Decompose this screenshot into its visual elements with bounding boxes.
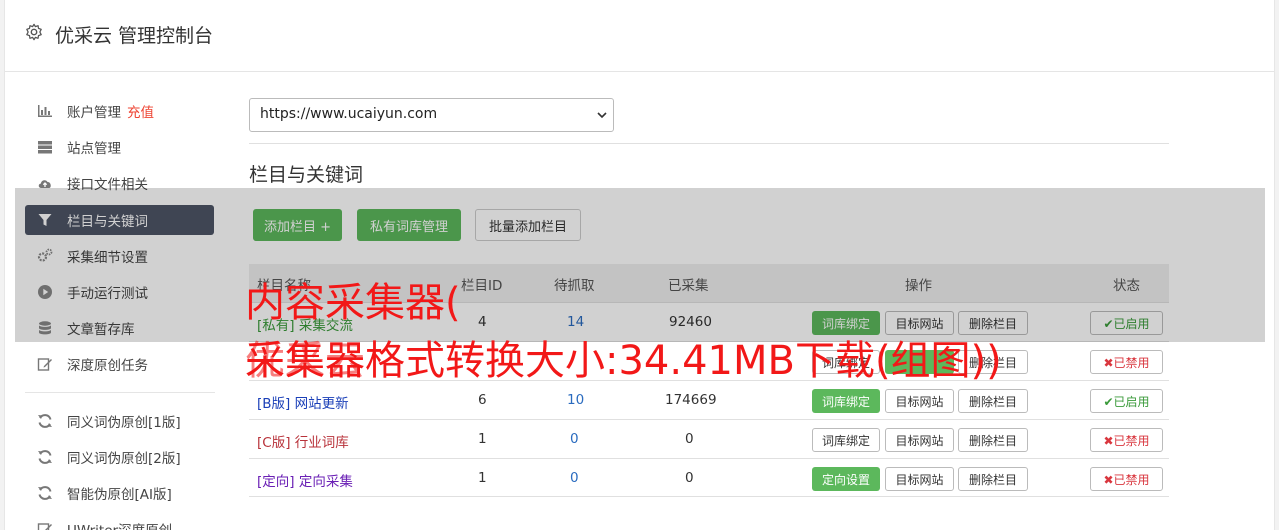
lexicon-bind-button[interactable]: 词库绑定: [812, 389, 880, 413]
recharge-link[interactable]: 充值: [127, 101, 154, 121]
sidebar-item-label: 账户管理: [67, 105, 121, 121]
sidebar-divider: [25, 392, 215, 393]
site-select[interactable]: https://www.ucaiyun.com: [249, 98, 614, 132]
sidebar-item-label: 站点管理: [67, 141, 121, 157]
delete-column-button[interactable]: 删除栏目: [958, 389, 1028, 413]
sidebar-item-account[interactable]: 账户管理 充值: [25, 96, 214, 126]
site-select-value: https://www.ucaiyun.com: [260, 106, 438, 122]
table-row: [C版] 行业词库 1 0 0 词库绑定 目标网站 删除栏目 ✖已禁用: [249, 419, 1169, 458]
refresh-icon: [38, 486, 52, 500]
divider: [249, 143, 1169, 144]
column-id: 1: [478, 470, 487, 486]
overlay-title-line2: 采集器格式转换大小:34.41MB下载(组图)): [245, 338, 1002, 384]
watermark-overlay: [15, 188, 1265, 342]
column-name-cell[interactable]: [C版] 行业词库: [257, 431, 349, 451]
delete-column-button[interactable]: 删除栏目: [958, 428, 1028, 452]
lexicon-bind-button[interactable]: 词库绑定: [812, 428, 880, 452]
collected-count: 0: [685, 431, 694, 447]
app-title: 优采云 管理控制台: [55, 25, 214, 47]
overlay-title-line1: 内容采集器(: [245, 280, 461, 326]
server-icon: [38, 141, 52, 154]
sidebar-item-synonym-v1[interactable]: 同义词伪原创[1版]: [25, 406, 214, 436]
edit-icon: [37, 523, 52, 530]
status-toggle[interactable]: ✖已禁用: [1090, 350, 1163, 374]
sidebar-item-label: 深度原创任务: [67, 358, 148, 374]
sidebar-item-deep-original[interactable]: 深度原创任务: [25, 349, 214, 379]
pending-count[interactable]: 10: [567, 392, 584, 408]
collected-count: 0: [685, 470, 694, 486]
target-site-button[interactable]: 目标网站: [885, 467, 954, 491]
refresh-icon: [38, 414, 52, 428]
bar-chart-icon: [38, 105, 52, 117]
table-row: [定向] 定向采集 1 0 0 定向设置 目标网站 删除栏目 ✖已禁用: [249, 458, 1169, 497]
collected-count: 174669: [665, 392, 717, 408]
column-name-cell[interactable]: [B版] 网站更新: [257, 392, 349, 412]
column-id: 1: [478, 431, 487, 447]
status-toggle[interactable]: ✖已禁用: [1090, 428, 1163, 452]
status-toggle[interactable]: ✔已启用: [1090, 389, 1163, 413]
sidebar-item-smart-ai[interactable]: 智能伪原创[AI版]: [25, 478, 214, 508]
target-site-button[interactable]: 目标网站: [885, 428, 954, 452]
sidebar-item-sites[interactable]: 站点管理: [25, 132, 214, 162]
edit-icon: [37, 358, 52, 371]
sidebar-item-label: 同义词伪原创[1版]: [67, 415, 181, 431]
chevron-down-icon: [597, 112, 607, 119]
sidebar-item-synonym-v2[interactable]: 同义词伪原创[2版]: [25, 442, 214, 472]
column-name-cell[interactable]: [定向] 定向采集: [257, 470, 353, 490]
refresh-icon: [38, 450, 52, 464]
pending-count[interactable]: 0: [570, 431, 579, 447]
sidebar-item-label: 同义词伪原创[2版]: [67, 451, 181, 467]
sidebar-item-label: 智能伪原创[AI版]: [67, 487, 172, 503]
gear-icon: [26, 23, 42, 41]
delete-column-button[interactable]: 删除栏目: [958, 467, 1028, 491]
status-toggle[interactable]: ✖已禁用: [1090, 467, 1163, 491]
targeted-settings-button[interactable]: 定向设置: [812, 467, 880, 491]
column-id: 6: [478, 392, 487, 408]
sidebar-item-uwriter[interactable]: UWriter深度原创: [25, 514, 214, 530]
section-title: 栏目与关键词: [249, 164, 364, 186]
target-site-button[interactable]: 目标网站: [885, 389, 954, 413]
sidebar-item-label: UWriter深度原创: [67, 519, 172, 530]
pending-count[interactable]: 0: [570, 470, 579, 486]
